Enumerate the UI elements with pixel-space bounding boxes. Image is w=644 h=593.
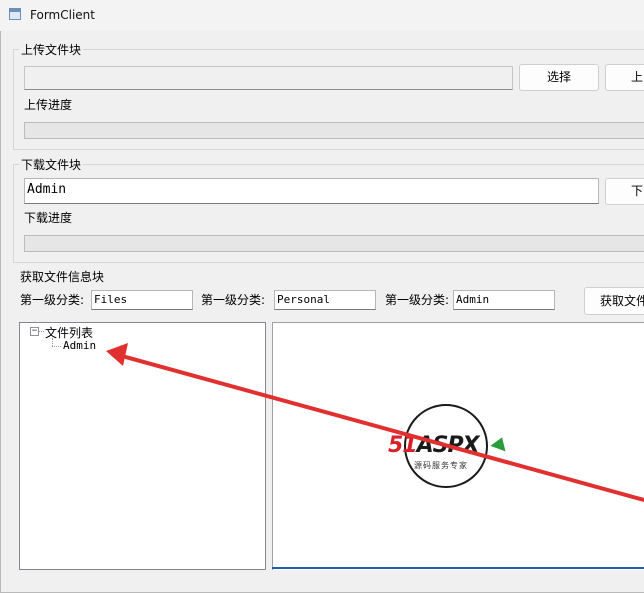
annotation-arrow-icon xyxy=(106,343,644,502)
